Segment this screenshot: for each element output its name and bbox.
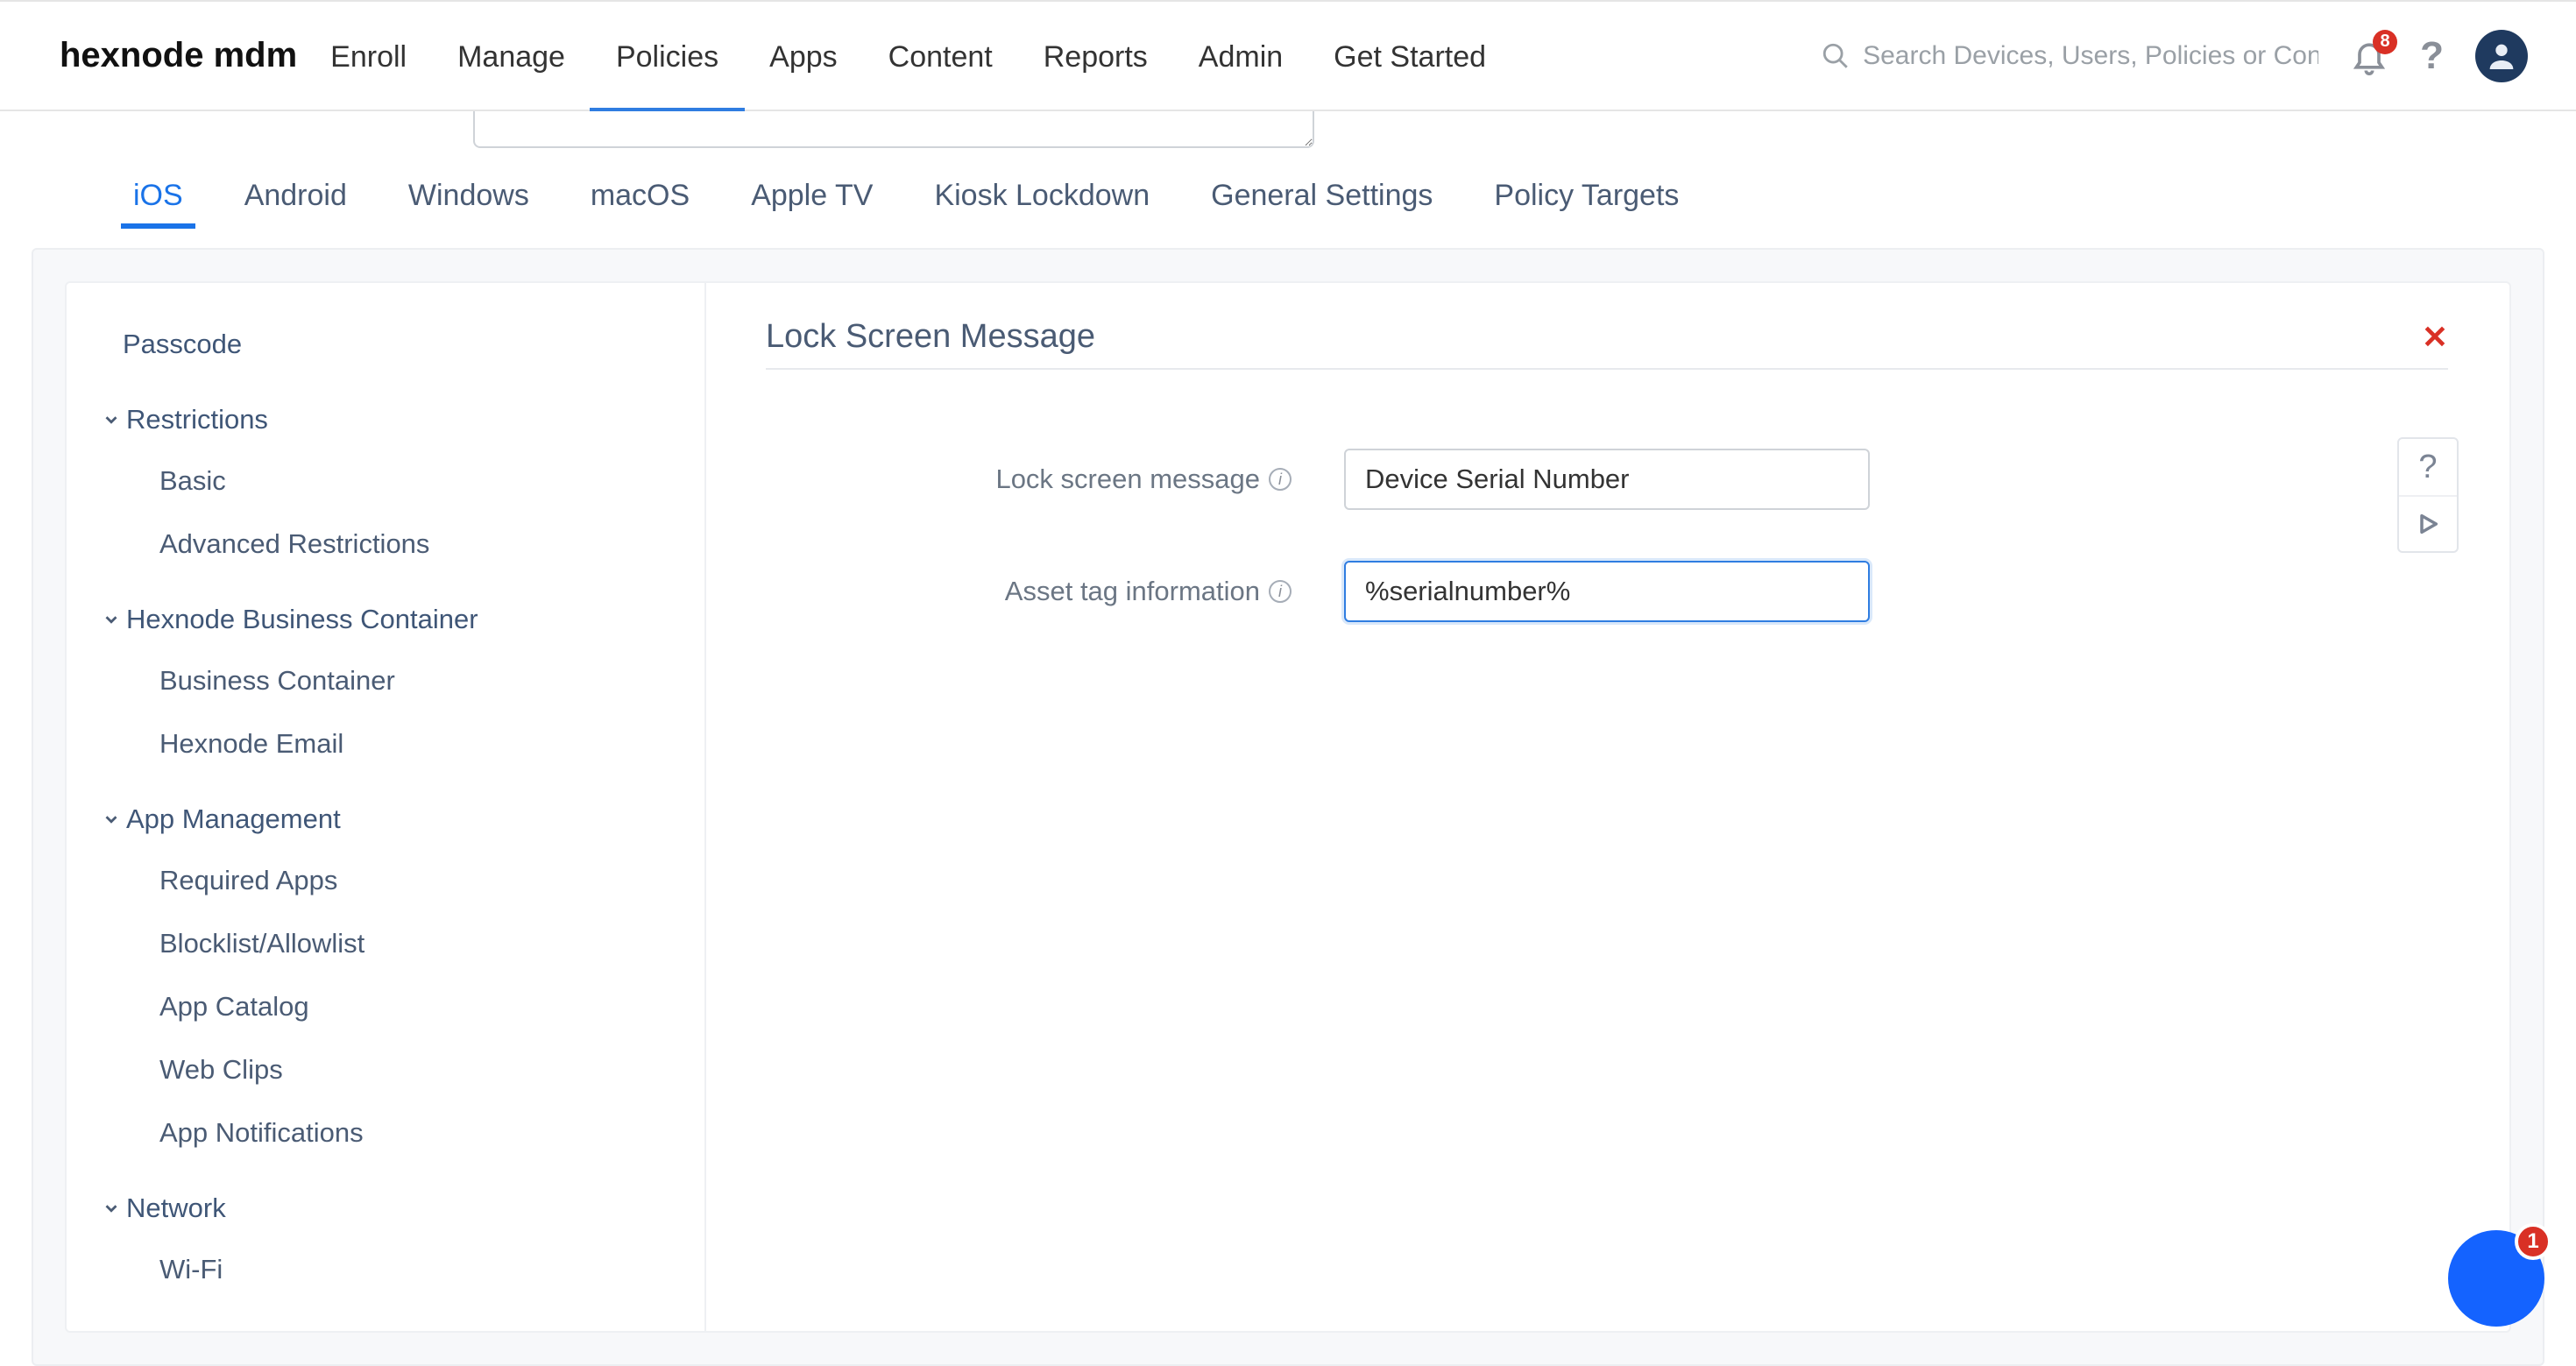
sidebar-item-business-container[interactable]: Business Container [67,649,704,712]
main-panel: Passcode Restrictions Basic Advanced Res… [65,281,2511,1333]
tab-macos[interactable]: macOS [591,179,690,225]
close-icon: ✕ [2422,319,2448,355]
sidebar-group-app-management[interactable]: App Management [67,775,704,849]
policy-sidebar: Passcode Restrictions Basic Advanced Res… [67,283,706,1331]
tab-windows[interactable]: Windows [408,179,529,225]
input-asset-tag[interactable] [1344,561,1870,622]
topnav: Enroll Manage Policies Apps Content Repo… [330,2,1486,110]
topnav-get-started[interactable]: Get Started [1334,2,1486,110]
sidebar-item-blocklist-allowlist[interactable]: Blocklist/Allowlist [67,912,704,975]
input-lock-screen-message[interactable] [1344,449,1870,510]
main-panel-outer: Passcode Restrictions Basic Advanced Res… [32,248,2544,1366]
form-area: Lock screen message i Asset tag informat… [766,449,2448,622]
sidebar-group-label: Network [126,1193,226,1224]
sidebar-item-advanced-restrictions[interactable]: Advanced Restrictions [67,513,704,576]
topnav-content[interactable]: Content [888,2,993,110]
section-header: Lock Screen Message ✕ [766,318,2448,370]
avatar[interactable] [2475,30,2528,82]
section-title: Lock Screen Message [766,318,1095,356]
label-lock-screen-message: Lock screen message i [766,464,1292,495]
label-text: Asset tag information [1005,576,1260,607]
label-text: Lock screen message [995,464,1260,495]
chevron-down-icon [102,610,121,629]
row-asset-tag: Asset tag information i [766,561,2448,622]
chevron-down-icon [102,1199,121,1218]
search-input[interactable] [1863,41,2318,71]
chat-badge: 1 [2515,1223,2551,1260]
global-search[interactable] [1821,41,2318,71]
section-help-button[interactable]: ? [2399,439,2457,495]
row-lock-screen-message: Lock screen message i [766,449,2448,510]
topnav-apps[interactable]: Apps [769,2,838,110]
topnav-enroll[interactable]: Enroll [330,2,407,110]
brand-logo: hexnode mdm [60,36,297,75]
sidebar-item-wifi[interactable]: Wi-Fi [67,1238,704,1301]
section-tools: ? [2397,437,2459,553]
platform-tabs: iOS Android Windows macOS Apple TV Kiosk… [0,152,2576,248]
topnav-admin[interactable]: Admin [1199,2,1283,110]
question-icon: ? [2418,449,2437,486]
topnav-manage[interactable]: Manage [457,2,565,110]
tab-ios[interactable]: iOS [133,179,183,225]
search-icon [1821,41,1851,71]
tab-policy-targets[interactable]: Policy Targets [1494,179,1679,225]
sidebar-item-app-notifications[interactable]: App Notifications [67,1101,704,1164]
sidebar-group-network[interactable]: Network [67,1164,704,1238]
sidebar-item-passcode[interactable]: Passcode [67,313,704,376]
chat-launcher[interactable]: 1 [2448,1230,2544,1327]
section-close-button[interactable]: ✕ [2422,322,2448,353]
topbar-right: 8 ? [1821,30,2528,82]
sidebar-group-label: Restrictions [126,404,268,435]
help-button[interactable]: ? [2420,34,2444,78]
sidebar-group-restrictions[interactable]: Restrictions [67,376,704,449]
policy-content: Lock Screen Message ✕ ? Lock [706,283,2509,1331]
sidebar-group-business-container[interactable]: Hexnode Business Container [67,576,704,649]
sidebar-item-app-catalog[interactable]: App Catalog [67,975,704,1038]
label-asset-tag: Asset tag information i [766,576,1292,607]
sidebar-item-basic[interactable]: Basic [67,449,704,513]
info-icon[interactable]: i [1269,468,1292,491]
section-run-button[interactable] [2399,495,2457,551]
sidebar-group-label: Hexnode Business Container [126,604,478,635]
notifications-button[interactable]: 8 [2350,35,2388,77]
tab-apple-tv[interactable]: Apple TV [751,179,873,225]
info-icon[interactable]: i [1269,580,1292,603]
play-icon [2416,512,2440,536]
chevron-down-icon [102,410,121,429]
tab-general-settings[interactable]: General Settings [1211,179,1433,225]
chevron-down-icon [102,810,121,829]
sidebar-item-hexnode-email[interactable]: Hexnode Email [67,712,704,775]
tab-android[interactable]: Android [244,179,347,225]
topbar: hexnode mdm Enroll Manage Policies Apps … [0,0,2576,111]
sidebar-item-required-apps[interactable]: Required Apps [67,849,704,912]
description-textarea[interactable] [473,111,1314,148]
tab-kiosk-lockdown[interactable]: Kiosk Lockdown [934,179,1150,225]
sidebar-item-web-clips[interactable]: Web Clips [67,1038,704,1101]
sidebar-group-label: App Management [126,803,341,835]
topnav-reports[interactable]: Reports [1044,2,1148,110]
topnav-policies[interactable]: Policies [616,2,718,110]
notifications-badge: 8 [2373,30,2397,54]
